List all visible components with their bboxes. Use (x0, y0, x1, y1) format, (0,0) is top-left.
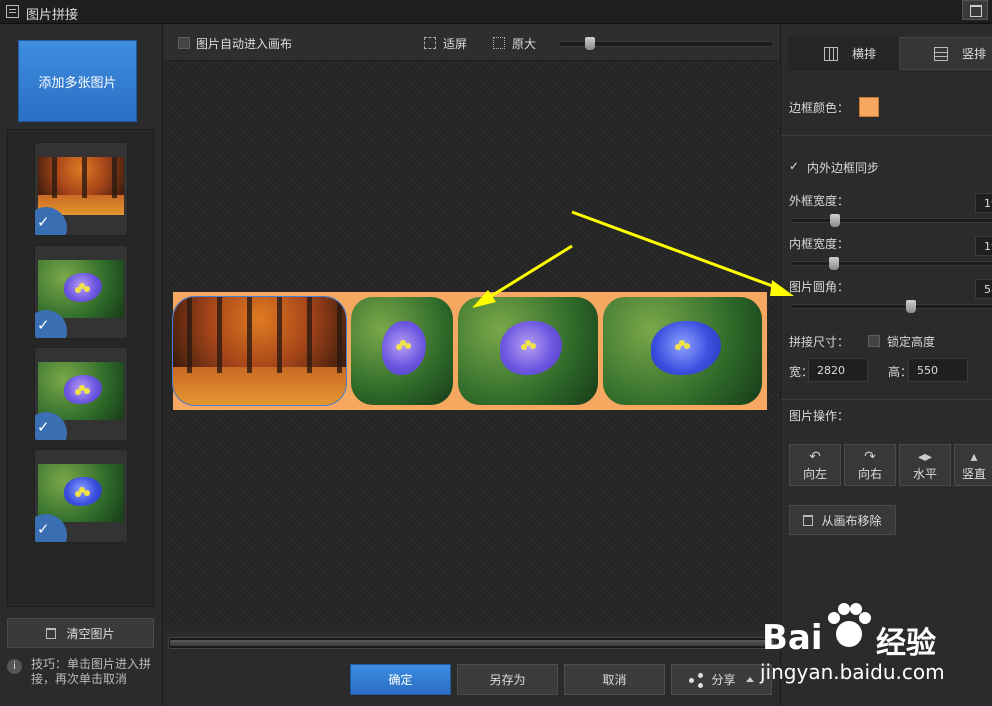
clear-images-button[interactable]: 清空图片 (7, 618, 154, 648)
corner-radius-slider[interactable] (790, 304, 992, 309)
rotate-right-icon: ↷ (864, 449, 876, 465)
watermark-url: jingyan.baidu.com (760, 660, 945, 684)
divider (781, 135, 992, 136)
thumbnail-image (38, 464, 124, 522)
rotate-right-label: 向右 (857, 467, 882, 481)
chevron-up-icon (745, 677, 754, 682)
baidu-watermark: Bai 经验 jingyan.baidu.com (758, 598, 992, 706)
inner-width-label: 内框宽度： (789, 237, 850, 251)
sync-checkbox[interactable]: ✓ (789, 160, 801, 172)
thumbnail-image (38, 157, 124, 215)
remove-from-canvas-button[interactable]: 从画布移除 (789, 505, 896, 535)
flip-vertical-button[interactable]: ▴ 竖直 (954, 444, 992, 486)
auto-enter-label[interactable]: 图片自动进入画布 (196, 35, 292, 52)
corner-radius-label: 图片圆角： (789, 280, 850, 294)
cancel-button[interactable]: 取消 (564, 664, 665, 695)
add-images-button[interactable]: 添加多张图片 (18, 40, 137, 122)
outer-width-label: 外框宽度： (789, 194, 850, 208)
outer-width-value[interactable]: 19 (975, 193, 992, 213)
rotate-right-button[interactable]: ↷ 向右 (844, 444, 896, 486)
canvas-area: 图片自动进入画布 适屏 原大 确定 另存为 取消 分享 (164, 25, 779, 706)
canvas-photo-flower-1[interactable] (351, 297, 453, 405)
share-label: 分享 (711, 673, 736, 687)
info-icon: i (7, 659, 22, 674)
height-input[interactable]: 550 (908, 358, 968, 382)
horizontal-layout-icon (824, 46, 838, 61)
save-as-button[interactable]: 另存为 (457, 664, 558, 695)
rotate-left-label: 向左 (802, 467, 827, 481)
clear-images-label: 清空图片 (66, 626, 115, 641)
tip-text: 技巧：单击图片进入拼接，再次单击取消 (31, 657, 152, 686)
canvas-photo-forest[interactable] (172, 296, 347, 406)
vertical-layout-icon (934, 46, 948, 61)
corner-radius-value[interactable]: 58 (975, 279, 992, 299)
flip-vertical-icon: ▴ (970, 449, 978, 465)
rotate-left-button[interactable]: ↶ 向左 (789, 444, 841, 486)
corner-radius-slider-thumb[interactable] (906, 300, 916, 313)
outer-width-slider[interactable] (790, 218, 992, 223)
flip-horizontal-icon: ◂▸ (917, 449, 933, 465)
stitch-canvas[interactable] (164, 61, 779, 631)
stitch-size-label: 拼接尺寸： (789, 335, 850, 349)
thumbnail-image (38, 362, 124, 420)
tab-horizontal[interactable]: 横排 (789, 37, 899, 70)
auto-enter-checkbox[interactable] (178, 37, 190, 49)
trash-icon (803, 514, 814, 526)
stitched-strip (172, 292, 767, 410)
inner-width-slider-thumb[interactable] (829, 257, 839, 270)
inner-width-slider[interactable] (790, 261, 992, 266)
thumbnail-flower-2[interactable] (34, 347, 128, 441)
sync-label[interactable]: 内外边框同步 (807, 159, 879, 176)
thumbnail-image (38, 260, 124, 318)
inner-width-value[interactable]: 19 (975, 236, 992, 256)
canvas-toolbar: 图片自动进入画布 适屏 原大 (164, 25, 779, 61)
title-bar: 图片拼接 (0, 0, 992, 24)
watermark-brand: Bai (762, 618, 823, 658)
border-color-label: 边框颜色： (789, 101, 850, 115)
divider (781, 399, 992, 400)
flip-vertical-label: 竖直 (961, 467, 986, 481)
width-input[interactable]: 2820 (808, 358, 868, 382)
original-size-button[interactable]: 原大 (512, 35, 536, 52)
confirm-button[interactable]: 确定 (350, 664, 451, 695)
canvas-photo-flower-2[interactable] (458, 297, 598, 405)
maximize-button[interactable] (962, 0, 988, 20)
thumbnail-flower-1[interactable] (34, 245, 128, 339)
horizontal-scrollbar[interactable] (168, 637, 776, 649)
fit-screen-icon[interactable] (424, 37, 436, 49)
canvas-photo-flower-3[interactable] (603, 297, 762, 405)
tab-horizontal-label: 横排 (852, 47, 877, 61)
flip-horizontal-button[interactable]: ◂▸ 水平 (899, 444, 951, 486)
image-operations-label: 图片操作： (789, 409, 850, 423)
thumbnail-flower-3[interactable] (34, 449, 128, 543)
app-icon (6, 5, 19, 18)
tab-vertical[interactable]: 竖排 (899, 37, 992, 70)
rotate-left-icon: ↶ (809, 449, 821, 465)
zoom-slider-thumb[interactable] (585, 37, 595, 50)
share-icon (689, 672, 704, 688)
remove-from-canvas-label: 从画布移除 (821, 513, 882, 528)
share-button[interactable]: 分享 (671, 664, 772, 695)
tab-vertical-label: 竖排 (962, 47, 987, 61)
paw-icon (828, 603, 871, 647)
border-color-swatch[interactable] (859, 97, 879, 117)
window-title: 图片拼接 (26, 8, 79, 23)
fit-screen-button[interactable]: 适屏 (443, 35, 467, 52)
lock-height-checkbox[interactable] (868, 335, 880, 347)
trash-icon (46, 627, 57, 639)
left-panel: 添加多张图片 清空图片 i 技巧：单击图片进入拼接，再次单击取消 (0, 25, 163, 706)
outer-width-slider-thumb[interactable] (830, 214, 840, 227)
layout-tabs: 横排 竖排 (789, 37, 992, 71)
lock-height-label[interactable]: 锁定高度 (887, 333, 935, 350)
original-size-icon[interactable] (493, 37, 505, 49)
thumbnail-forest[interactable] (34, 142, 128, 236)
watermark-brand-2: 经验 (876, 626, 936, 661)
thumbnail-list[interactable] (7, 129, 154, 607)
flip-horizontal-label: 水平 (912, 467, 937, 481)
